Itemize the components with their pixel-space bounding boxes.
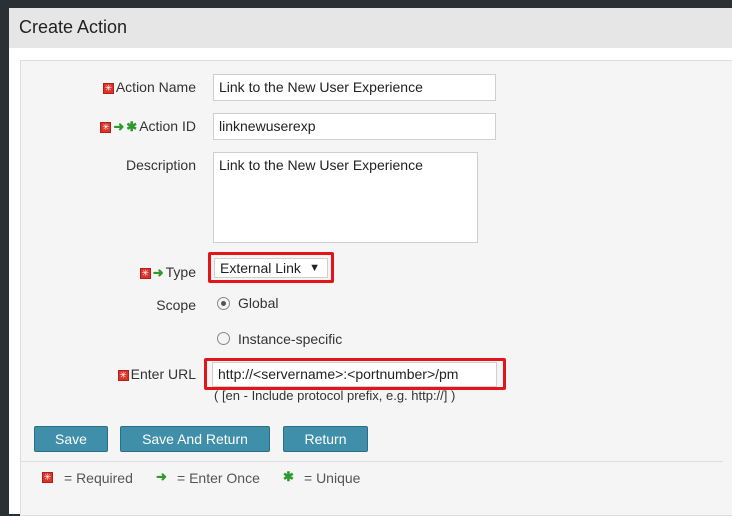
action-name-label-row: Action Name [0,79,196,95]
action-id-input[interactable]: linknewuserexp [213,113,496,140]
panel-header: Create Action [9,8,732,48]
type-select-value: External Link [220,260,301,276]
legend-required: = Required [64,470,133,486]
enter-once-icon: ➜ [113,119,125,135]
description-label: Description [125,157,196,173]
type-select[interactable]: External Link ▼ [214,258,328,278]
enter-once-icon: ➜ [152,265,164,281]
scope-instance-radio[interactable] [217,332,230,345]
unique-icon: ✱ [126,119,138,135]
url-label-row: Enter URL [0,366,196,382]
enter-once-icon: ➜ [156,469,167,484]
page-title: Create Action [19,17,128,37]
scope-global-label: Global [238,295,279,311]
required-icon [117,368,129,382]
legend-unique: = Unique [304,470,361,486]
type-label-row: ➜Type [0,264,196,281]
scope-label: Scope [156,297,196,313]
legend-divider [20,461,723,462]
action-id-label-row: ➜✱Action ID [0,118,196,135]
scope-instance-label: Instance-specific [238,331,343,347]
type-label: Type [165,264,196,280]
required-icon [42,470,53,484]
url-label: Enter URL [130,366,196,382]
action-id-label: Action ID [139,118,196,134]
scope-global-radio[interactable] [217,297,230,310]
return-button[interactable]: Return [283,426,368,452]
url-input[interactable]: http://<servername>:<portnumber>/pm [212,362,497,387]
url-hint: ( [en - Include protocol prefix, e.g. ht… [214,388,456,403]
save-and-return-button[interactable]: Save And Return [120,426,270,452]
save-button[interactable]: Save [34,426,108,452]
required-icon [102,81,114,95]
legend-enter-once: = Enter Once [177,470,260,486]
chevron-down-icon: ▼ [309,262,320,274]
required-icon [139,266,151,280]
required-icon [100,120,112,134]
action-name-label: Action Name [115,79,196,95]
description-textarea[interactable]: Link to the New User Experience [213,152,478,243]
unique-icon: ✱ [283,469,294,484]
action-name-input[interactable]: Link to the New User Experience [213,74,496,101]
